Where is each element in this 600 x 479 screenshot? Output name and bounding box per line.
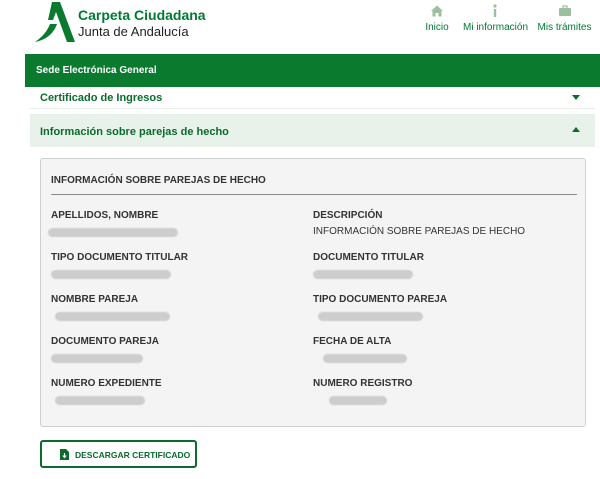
chevron-down-icon: [572, 95, 580, 100]
field-label: DOCUMENTO PAREJA: [51, 336, 159, 347]
download-certificate-button[interactable]: DESCARGAR CERTIFICADO: [40, 440, 197, 468]
redacted-value: [55, 312, 170, 321]
field-tipo-documento-pareja: TIPO DOCUMENTO PAREJA: [313, 294, 447, 321]
accordion-certificado-ingresos[interactable]: Certificado de Ingresos: [30, 87, 595, 109]
redacted-value: [51, 270, 171, 279]
field-label: NOMBRE PAREJA: [51, 294, 139, 305]
section-bar-title: Sede Electrónica General: [36, 65, 157, 76]
chevron-up-icon: [572, 127, 580, 132]
field-label: NUMERO EXPEDIENTE: [51, 378, 162, 389]
field-label: TIPO DOCUMENTO TITULAR: [51, 252, 189, 263]
info-icon: [493, 4, 497, 17]
field-documento-pareja: DOCUMENTO PAREJA: [51, 336, 159, 363]
redacted-value: [51, 354, 143, 363]
nav-inicio[interactable]: Inicio: [425, 4, 449, 33]
panel-divider: [51, 194, 577, 195]
app-header: Carpeta Ciudadana Junta de Andalucía Ini…: [0, 0, 600, 55]
field-label: APELLIDOS, NOMBRE: [51, 210, 159, 221]
nav-mis-tramites[interactable]: Mis trámites: [537, 4, 592, 33]
field-descripcion: DESCRIPCIÓN INFORMACIÓN SOBRE PAREJAS DE…: [313, 210, 525, 237]
nav-mis-tramites-label: Mis trámites: [537, 22, 592, 33]
field-fecha-de-alta: FECHA DE ALTA: [313, 336, 407, 363]
home-icon: [431, 5, 443, 17]
accordion-parejas-de-hecho[interactable]: Información sobre parejas de hecho: [30, 114, 595, 147]
section-bar: Sede Electrónica General: [25, 54, 600, 87]
field-label: NUMERO REGISTRO: [313, 378, 413, 389]
accordion-label: Certificado de Ingresos: [40, 92, 163, 104]
app-subtitle: Junta de Andalucía: [78, 24, 189, 39]
field-value: INFORMACIÓN SOBRE PAREJAS DE HECHO: [313, 226, 526, 237]
app-title: Carpeta Ciudadana: [78, 7, 206, 23]
nav-mi-informacion[interactable]: Mi información: [463, 4, 529, 33]
field-numero-registro: NUMERO REGISTRO: [313, 378, 412, 405]
redacted-value: [313, 270, 413, 279]
field-documento-titular: DOCUMENTO TITULAR: [313, 252, 424, 279]
field-label: TIPO DOCUMENTO PAREJA: [313, 294, 448, 305]
redacted-value: [323, 354, 407, 363]
redacted-value: [318, 312, 423, 321]
field-tipo-documento-titular: TIPO DOCUMENTO TITULAR: [51, 252, 188, 279]
file-download-icon: [60, 449, 69, 460]
panel-title: INFORMACIÓN SOBRE PAREJAS DE HECHO: [51, 175, 266, 186]
field-numero-expediente: NUMERO EXPEDIENTE: [51, 378, 162, 405]
accordion-label: Información sobre parejas de hecho: [40, 126, 229, 138]
nav-mi-informacion-label: Mi información: [463, 22, 529, 33]
field-apellidos-nombre: APELLIDOS, NOMBRE: [48, 210, 178, 237]
redacted-value: [48, 228, 178, 237]
redacted-value: [329, 396, 387, 405]
redacted-value: [55, 396, 145, 405]
nav-inicio-label: Inicio: [425, 22, 449, 33]
briefcase-icon: [558, 5, 571, 16]
field-nombre-pareja: NOMBRE PAREJA: [51, 294, 170, 321]
details-panel: INFORMACIÓN SOBRE PAREJAS DE HECHO APELL…: [40, 158, 586, 427]
field-label: DESCRIPCIÓN: [313, 210, 383, 221]
junta-logo-icon[interactable]: [33, 2, 75, 42]
download-button-label: DESCARGAR CERTIFICADO: [75, 450, 191, 460]
field-label: DOCUMENTO TITULAR: [313, 252, 424, 263]
field-label: FECHA DE ALTA: [313, 336, 392, 347]
